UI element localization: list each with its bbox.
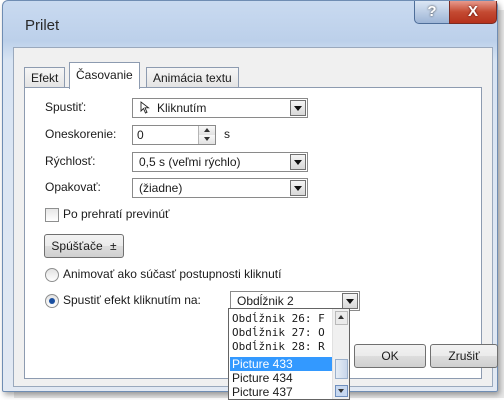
list-item-selected[interactable]: Picture 433 — [230, 357, 332, 371]
tab-animacia-textu[interactable]: Animácia textu — [146, 67, 239, 88]
start-on-click-radio[interactable] — [45, 294, 59, 308]
ok-button[interactable]: OK — [354, 344, 426, 368]
speed-select[interactable]: 0,5 s (veľmi rýchlo) — [132, 152, 308, 172]
delay-spinner[interactable]: 0 — [132, 125, 216, 145]
dropdown-scrollbar[interactable] — [332, 309, 349, 399]
list-item[interactable]: Obdĺžnik 28: R — [230, 339, 332, 353]
scroll-thumb[interactable] — [335, 359, 348, 379]
scroll-up-arrow-icon[interactable] — [335, 311, 348, 325]
chevron-down-icon[interactable] — [290, 180, 306, 196]
list-item[interactable]: Picture 434 — [230, 371, 332, 385]
animate-as-part-radio[interactable] — [45, 268, 59, 282]
rewind-checkbox[interactable] — [45, 208, 59, 222]
mouse-click-icon — [139, 101, 151, 114]
start-on-click-label[interactable]: Spustiť efekt kliknutím na: — [63, 293, 201, 307]
repeat-select[interactable]: (žiadne) — [132, 178, 308, 198]
triggers-button[interactable]: Spúšťače ± — [44, 234, 124, 258]
animate-as-part-label[interactable]: Animovať ako súčasť postupnosti kliknutí — [63, 267, 281, 281]
chevron-down-icon[interactable] — [290, 100, 306, 116]
list-item[interactable]: Obdĺžnik 26: F — [230, 311, 332, 325]
delay-label: Oneskorenie: — [45, 127, 117, 141]
title-bar[interactable]: Prilet ? X — [3, 1, 497, 47]
chevron-down-icon[interactable] — [290, 154, 306, 170]
repeat-value: (žiadne) — [139, 181, 183, 195]
expand-toggle-icon: ± — [109, 239, 117, 253]
speed-value: 0,5 s (veľmi rýchlo) — [139, 155, 241, 169]
close-button[interactable]: X — [449, 1, 497, 24]
repeat-label: Opakovať: — [45, 180, 101, 194]
help-button[interactable]: ? — [414, 1, 450, 24]
dialog-title: Prilet — [25, 17, 60, 34]
tab-casovanie[interactable]: Časovanie — [69, 62, 140, 89]
scroll-down-arrow-icon[interactable] — [335, 385, 348, 397]
speed-label: Rýchlosť: — [45, 154, 96, 168]
triggers-label: Spúšťače — [51, 239, 103, 253]
spinner-down-icon[interactable] — [199, 135, 215, 144]
rewind-label[interactable]: Po prehratí previnúť — [63, 207, 170, 221]
cancel-button[interactable]: Zrušiť — [430, 344, 498, 368]
tab-efekt[interactable]: Efekt — [24, 67, 66, 88]
start-select[interactable]: Kliknutím — [132, 98, 308, 118]
chevron-down-icon[interactable] — [342, 293, 358, 309]
list-item[interactable]: Picture 437 — [230, 385, 332, 399]
list-item[interactable]: Obdĺžnik 27: O — [230, 325, 332, 339]
start-value: Kliknutím — [157, 101, 207, 115]
trigger-shape-value: Obdĺžnik 2 — [237, 294, 294, 308]
delay-value: 0 — [137, 128, 144, 142]
start-label: Spustiť: — [45, 100, 87, 114]
delay-unit: s — [224, 127, 230, 141]
trigger-shape-dropdown-list[interactable]: Obdĺžnik 26: F Obdĺžnik 27: O Obdĺžnik 2… — [228, 308, 350, 400]
